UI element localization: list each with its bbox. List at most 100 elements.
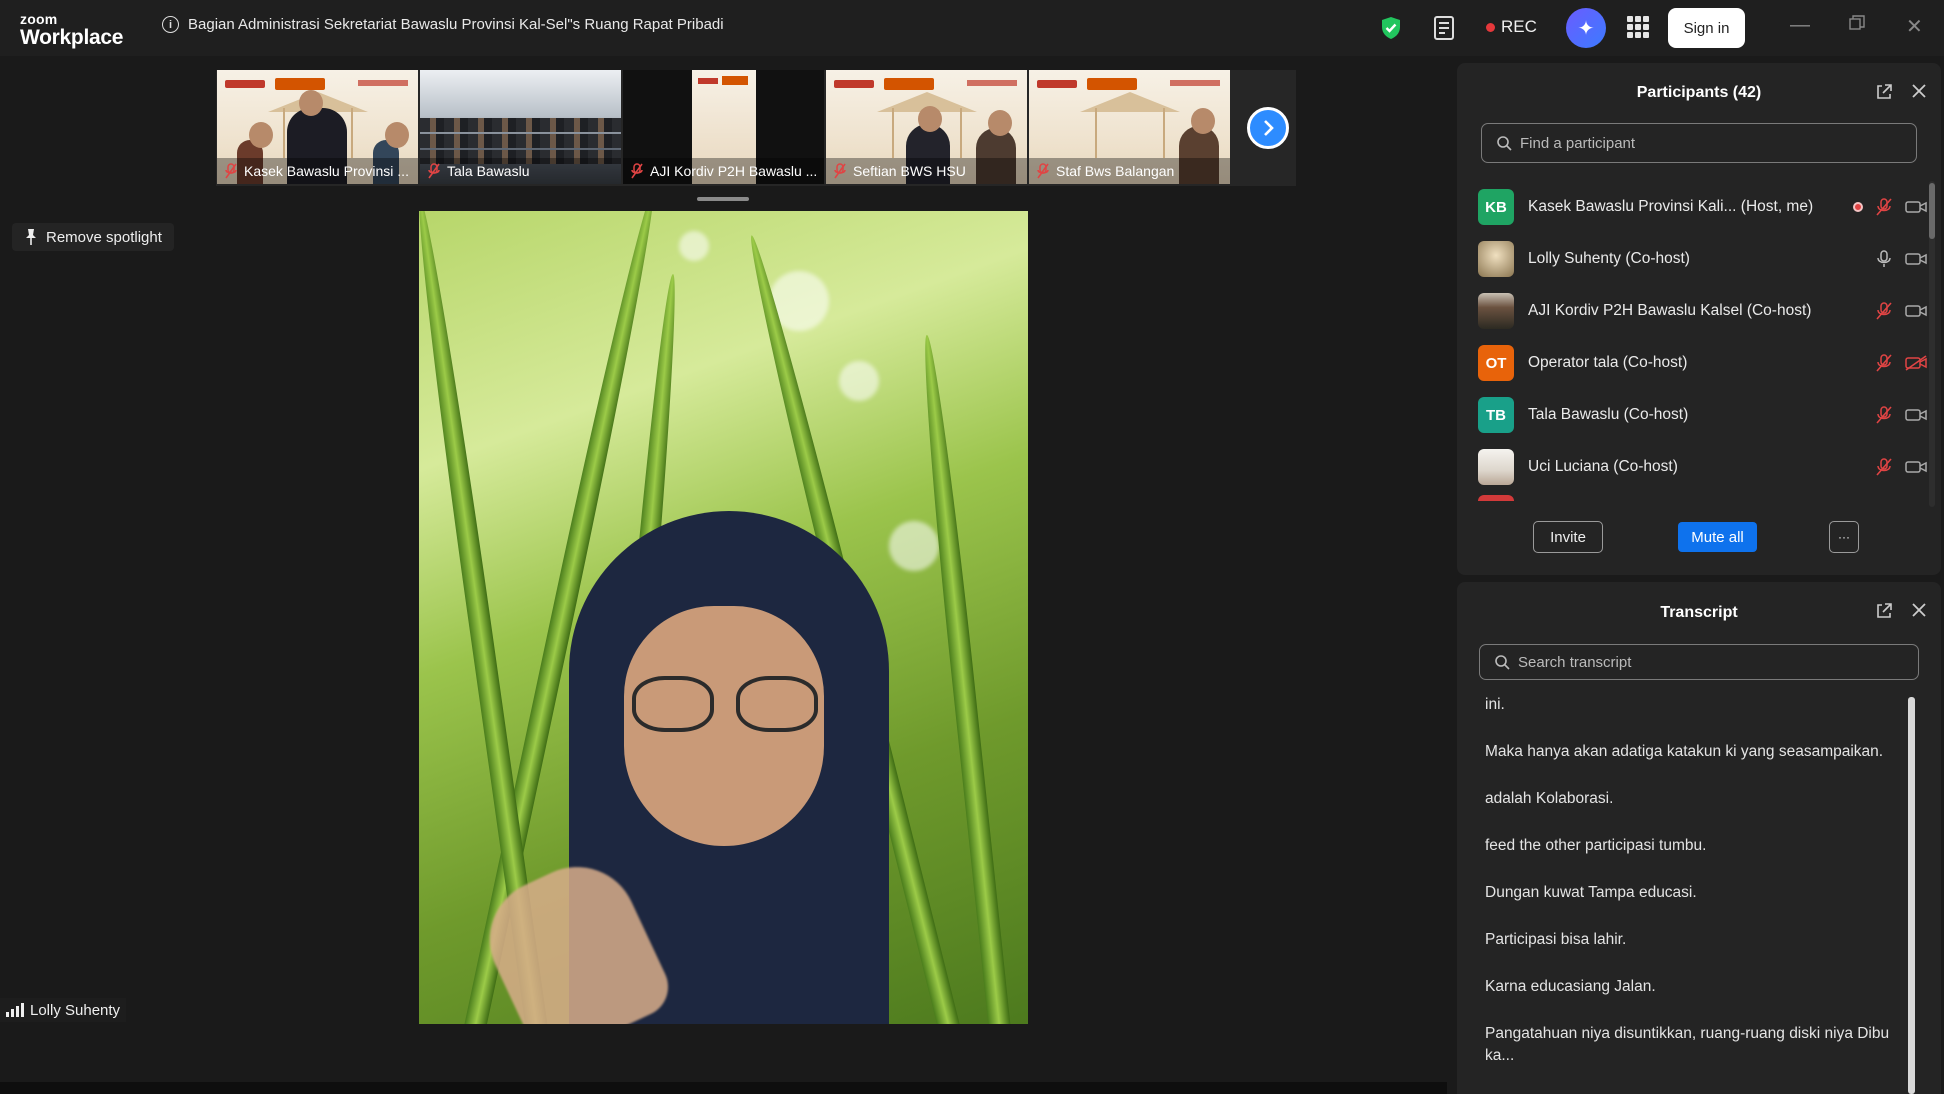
participants-footer: Invite Mute all ··· (1457, 521, 1941, 557)
participant-name: AJI Kordiv P2H Bawaslu ... (650, 163, 818, 179)
video-tile[interactable]: Staf Bws Balangan (1029, 70, 1230, 184)
chevron-right-icon (1264, 120, 1274, 136)
more-options-button[interactable]: ··· (1829, 521, 1859, 553)
participant-search-input[interactable]: Find a participant (1481, 123, 1917, 163)
sign-in-button[interactable]: Sign in (1668, 8, 1745, 48)
speaker-name-badge: Lolly Suhenty (0, 998, 127, 1022)
speaker-figure (470, 511, 949, 1024)
bottom-bar (0, 1082, 1447, 1094)
speaker-name: Lolly Suhenty (30, 1001, 121, 1019)
mic-muted-icon[interactable] (1875, 457, 1893, 477)
video-tile[interactable]: AJI Kordiv P2H Bawaslu ... (623, 70, 824, 184)
participant-name: Tala Bawaslu (447, 163, 530, 179)
transcript-search-input[interactable]: Search transcript (1479, 644, 1919, 680)
remove-spotlight-button[interactable]: Remove spotlight (12, 223, 174, 251)
mic-muted-icon (834, 163, 846, 179)
avatar: OT (1478, 345, 1514, 381)
minimize-icon[interactable]: — (1790, 14, 1810, 37)
participant-name: Tala Bawaslu (Co-host) (1528, 406, 1689, 423)
transcript-scrollbar[interactable] (1908, 697, 1915, 1094)
logo-workplace-text: Workplace (20, 26, 124, 49)
participant-name: Kasek Bawaslu Provinsi ... (244, 163, 409, 179)
transcript-header: Transcript (1457, 582, 1941, 644)
search-icon (1497, 136, 1512, 151)
transcript-line: adalah Kolaborasi. (1485, 790, 1614, 807)
mic-muted-icon[interactable] (1875, 405, 1893, 425)
participant-name: Lolly Suhenty (Co-host) (1528, 250, 1690, 267)
encryption-shield-icon[interactable] (1380, 16, 1402, 45)
transcript-line: Pangatahuan niya disuntikkan, ruang-ruan… (1485, 1025, 1890, 1064)
pin-icon (26, 229, 36, 245)
invite-button[interactable]: Invite (1533, 521, 1603, 553)
video-camera-icon[interactable] (1905, 251, 1927, 267)
participant-name: Kasek Bawaslu Provinsi Kali... (Host, me… (1528, 198, 1814, 215)
participant-row[interactable]: TB Tala Bawaslu (Co-host) (1457, 389, 1927, 441)
close-icon[interactable] (1911, 602, 1927, 625)
video-camera-icon[interactable] (1905, 459, 1927, 475)
remove-spotlight-label: Remove spotlight (46, 228, 162, 246)
close-icon[interactable] (1911, 83, 1927, 106)
mic-muted-icon[interactable] (1875, 197, 1893, 217)
signal-strength-icon (6, 1003, 24, 1017)
participant-label: Kasek Bawaslu Provinsi ... (217, 158, 418, 184)
video-camera-icon[interactable] (1905, 303, 1927, 319)
mute-all-button[interactable]: Mute all (1678, 522, 1757, 552)
transcript-line: ini. (1485, 696, 1505, 713)
mic-muted-icon (225, 163, 237, 179)
avatar (1478, 495, 1514, 501)
participants-header: Participants (42) (1457, 63, 1941, 123)
participant-label: Seftian BWS HSU (826, 158, 1027, 184)
participants-scrollbar[interactable] (1929, 183, 1935, 239)
video-tile[interactable]: Tala Bawaslu (420, 70, 621, 184)
meeting-title: Bagian Administrasi Sekretariat Bawaslu … (188, 16, 724, 33)
strip-resize-handle[interactable] (697, 197, 749, 201)
recording-dot-icon (1853, 202, 1863, 212)
restore-icon[interactable] (1849, 14, 1865, 37)
search-placeholder: Search transcript (1518, 653, 1632, 671)
participant-row[interactable]: Lolly Suhenty (Co-host) (1457, 233, 1927, 285)
ai-companion-button[interactable]: ✦ (1566, 8, 1606, 48)
video-camera-icon[interactable] (1905, 407, 1927, 423)
mic-on-icon[interactable] (1875, 249, 1893, 269)
participant-name: AJI Kordiv P2H Bawaslu Kalsel (Co-host) (1528, 302, 1812, 319)
mic-muted-icon[interactable] (1875, 353, 1893, 373)
participants-title: Participants (42) (1636, 84, 1762, 101)
participant-label: AJI Kordiv P2H Bawaslu ... (623, 158, 824, 184)
popout-icon[interactable] (1875, 83, 1893, 106)
mic-muted-icon (1037, 163, 1049, 179)
video-tile[interactable]: Kasek Bawaslu Provinsi ... (217, 70, 418, 184)
avatar (1478, 449, 1514, 485)
sparkle-icon: ✦ (1577, 17, 1595, 40)
avatar (1478, 241, 1514, 277)
notes-icon[interactable] (1433, 15, 1457, 46)
transcript-title: Transcript (1660, 604, 1738, 621)
apps-grid-icon[interactable] (1627, 16, 1649, 38)
transcript-line: Participasi bisa lahir. (1485, 931, 1627, 948)
popout-icon[interactable] (1875, 602, 1893, 625)
participant-row[interactable]: AJI Kordiv P2H Bawaslu Kalsel (Co-host) (1457, 285, 1927, 337)
spotlight-video[interactable] (419, 211, 1028, 1024)
info-icon[interactable]: i (162, 16, 179, 33)
next-page-button[interactable] (1247, 107, 1289, 149)
transcript-line: Karna educasiang Jalan. (1485, 978, 1656, 995)
video-tile[interactable]: Seftian BWS HSU (826, 70, 1027, 184)
participant-name: Staf Bws Balangan (1056, 163, 1175, 179)
participant-row[interactable]: KB Kasek Bawaslu Provinsi Kali... (Host,… (1457, 181, 1927, 233)
avatar: KB (1478, 189, 1514, 225)
video-thumbnail-strip: Kasek Bawaslu Provinsi ... Tala Bawaslu … (216, 70, 1296, 186)
zoom-window: zoom Workplace i Bagian Administrasi Sek… (0, 0, 1944, 1094)
mic-muted-icon[interactable] (1875, 301, 1893, 321)
zoom-workplace-logo: zoom Workplace (20, 12, 123, 48)
close-window-icon[interactable]: ✕ (1906, 14, 1923, 39)
avatar (1478, 293, 1514, 329)
video-off-icon[interactable] (1905, 355, 1927, 371)
logo-zoom-text: zoom (20, 11, 58, 27)
participant-row[interactable]: Uci Luciana (Co-host) (1457, 441, 1927, 493)
participant-label: Tala Bawaslu (420, 158, 621, 184)
participant-row[interactable]: OT Operator tala (Co-host) (1457, 337, 1927, 389)
transcript-line: Maka hanya akan adatiga katakun ki yang … (1485, 743, 1884, 760)
avatar: TB (1478, 397, 1514, 433)
meeting-info[interactable]: i Bagian Administrasi Sekretariat Bawasl… (162, 16, 724, 33)
recording-indicator[interactable]: REC (1486, 17, 1537, 37)
video-camera-icon[interactable] (1905, 199, 1927, 215)
